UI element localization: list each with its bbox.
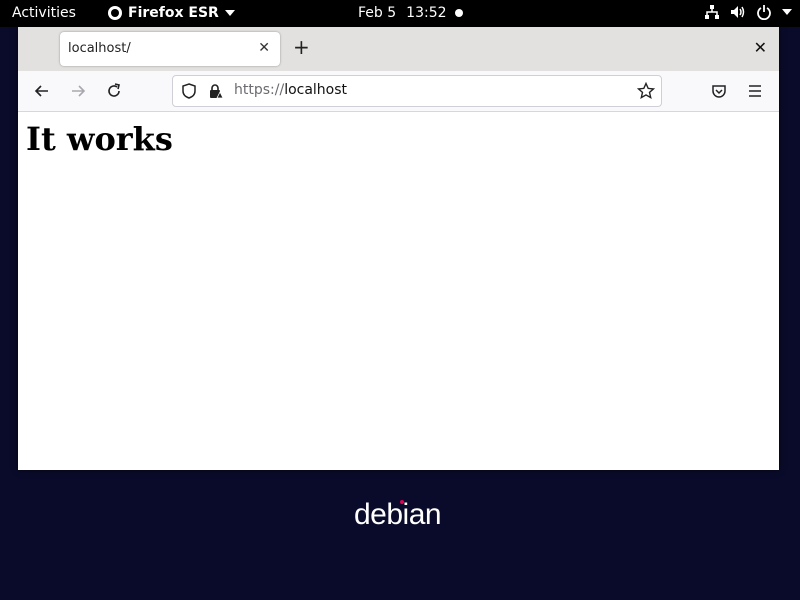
firefox-icon bbox=[108, 6, 122, 20]
activities-button[interactable]: Activities bbox=[12, 5, 76, 21]
tab-bar: localhost/ ✕ + ✕ bbox=[18, 27, 779, 71]
navigation-toolbar: https://localhost bbox=[18, 71, 779, 112]
clock[interactable]: Feb 5 13:52 bbox=[358, 5, 447, 21]
volume-icon bbox=[731, 6, 745, 18]
power-icon bbox=[757, 5, 771, 20]
shield-icon[interactable] bbox=[181, 83, 197, 99]
new-tab-button[interactable]: + bbox=[293, 37, 310, 57]
system-top-bar: Activities Firefox ESR Feb 5 13:52 bbox=[0, 0, 800, 27]
url-host: localhost bbox=[284, 82, 348, 98]
chevron-down-icon bbox=[224, 10, 235, 16]
page-heading: It works bbox=[26, 120, 173, 158]
page-content: It works bbox=[18, 112, 779, 470]
back-button[interactable] bbox=[32, 81, 52, 101]
reload-button[interactable] bbox=[104, 81, 124, 101]
debian-logo: debian bbox=[354, 498, 442, 532]
system-tray[interactable] bbox=[704, 4, 792, 20]
chevron-down-icon bbox=[782, 9, 792, 15]
tab-localhost[interactable]: localhost/ ✕ bbox=[60, 32, 280, 66]
lock-icon[interactable] bbox=[207, 83, 223, 99]
forward-arrow-icon bbox=[72, 85, 86, 97]
forward-button[interactable] bbox=[68, 81, 88, 101]
app-menu-label: Firefox ESR bbox=[128, 5, 219, 21]
tab-title: localhost/ bbox=[68, 41, 131, 56]
back-arrow-icon bbox=[34, 85, 48, 97]
pocket-button[interactable] bbox=[709, 81, 729, 101]
debian-logo-dot bbox=[400, 500, 404, 504]
hamburger-menu-icon bbox=[749, 85, 761, 97]
star-icon[interactable] bbox=[637, 82, 655, 100]
window-close-button[interactable]: ✕ bbox=[754, 38, 767, 57]
url-bar[interactable]: https://localhost bbox=[172, 75, 662, 107]
app-menu[interactable]: Firefox ESR bbox=[108, 5, 235, 21]
debian-logo-text: debian bbox=[354, 498, 442, 531]
url-scheme: https:// bbox=[234, 82, 285, 98]
menu-button[interactable] bbox=[745, 81, 765, 101]
clock-time: 13:52 bbox=[406, 5, 447, 21]
firefox-window: localhost/ ✕ + ✕ https://localhost It wo… bbox=[18, 27, 779, 470]
network-icon bbox=[705, 5, 719, 19]
url-text: https://localhost bbox=[234, 82, 347, 98]
close-icon[interactable]: ✕ bbox=[258, 40, 270, 56]
clock-date: Feb 5 bbox=[358, 5, 397, 21]
reload-icon bbox=[108, 83, 120, 97]
pocket-icon bbox=[712, 85, 726, 98]
notification-indicator bbox=[455, 9, 463, 17]
